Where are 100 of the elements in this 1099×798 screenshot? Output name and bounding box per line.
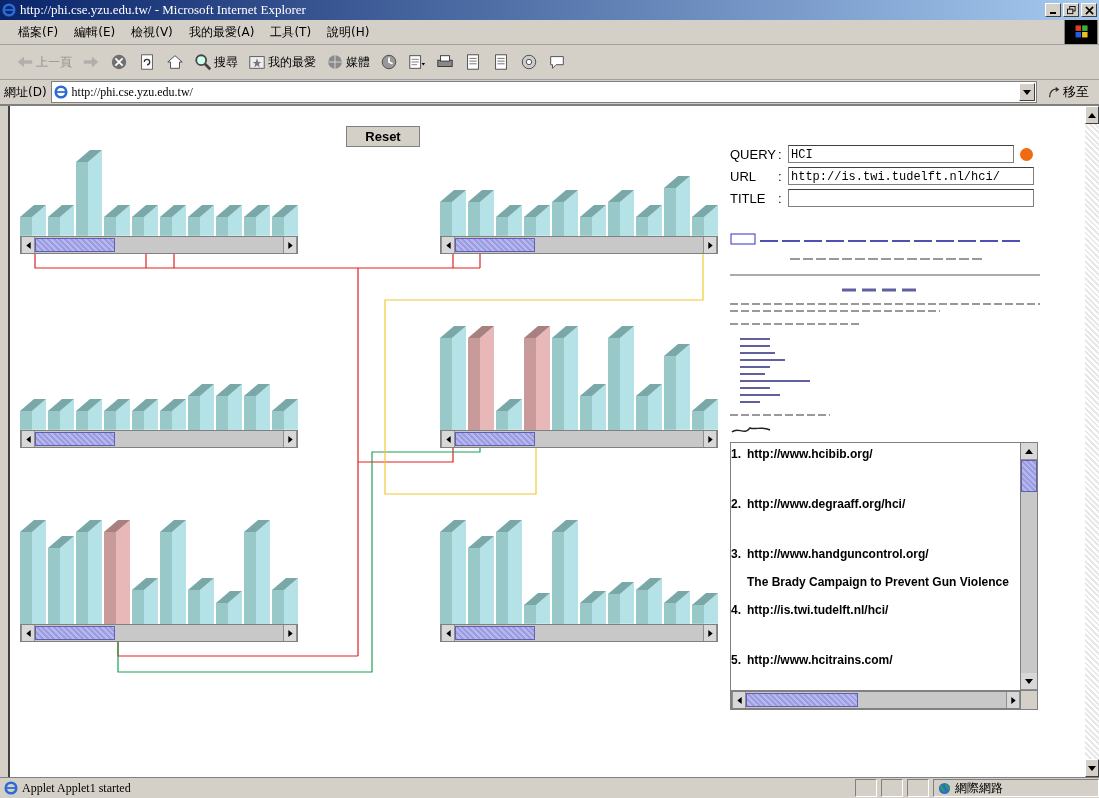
scroll-thumb[interactable]	[35, 238, 115, 252]
bar[interactable]	[132, 399, 158, 430]
bar[interactable]	[552, 189, 578, 236]
bar[interactable]	[664, 591, 690, 624]
bar[interactable]	[104, 519, 130, 624]
scrollbar[interactable]	[1020, 443, 1037, 690]
bar[interactable]	[104, 399, 130, 430]
bar[interactable]	[48, 536, 74, 624]
result-url[interactable]: http://www.handguncontrol.org/	[747, 547, 929, 561]
restore-button[interactable]	[1063, 3, 1079, 17]
bar[interactable]	[496, 399, 522, 430]
result-url[interactable]: http://www.degraaff.org/hci/	[747, 497, 906, 511]
bar[interactable]	[188, 577, 214, 624]
result-url[interactable]: http://www.hcitrains.com/	[747, 653, 893, 667]
bar[interactable]	[132, 205, 158, 236]
bar[interactable]	[580, 205, 606, 236]
bar[interactable]	[468, 536, 494, 624]
result-url[interactable]: http://www.hcibib.org/	[747, 447, 873, 461]
input-field[interactable]	[788, 189, 1034, 207]
bar[interactable]	[48, 205, 74, 236]
bar[interactable]	[468, 189, 494, 236]
bar[interactable]	[524, 325, 550, 430]
scroll-thumb[interactable]	[455, 432, 535, 446]
menu-item[interactable]: 工具(T)	[262, 21, 320, 43]
scroll-thumb[interactable]	[35, 626, 115, 640]
bar[interactable]	[188, 383, 214, 430]
input-field[interactable]: http://is.twi.tudelft.nl/hci/	[788, 167, 1034, 185]
bar[interactable]	[216, 205, 242, 236]
scroll-left-button[interactable]	[21, 625, 35, 641]
bar[interactable]	[48, 399, 74, 430]
scroll-up-button[interactable]	[1021, 443, 1037, 460]
scroll-down-button[interactable]	[1021, 673, 1037, 690]
bar[interactable]	[524, 205, 550, 236]
scrollbar[interactable]	[440, 624, 718, 642]
bar[interactable]	[468, 325, 494, 430]
menu-item[interactable]: 說明(H)	[319, 21, 378, 43]
scroll-thumb[interactable]	[455, 626, 535, 640]
scroll-thumb[interactable]	[35, 432, 115, 446]
scroll-right-button[interactable]	[703, 625, 717, 641]
bar[interactable]	[244, 205, 270, 236]
toolbar-button[interactable]: 媒體	[322, 51, 374, 73]
bar[interactable]	[76, 399, 102, 430]
input-field[interactable]: HCI	[788, 145, 1014, 163]
scroll-left-button[interactable]	[21, 237, 35, 253]
bar[interactable]	[132, 577, 158, 624]
bar[interactable]	[496, 519, 522, 624]
bar[interactable]	[76, 519, 102, 624]
scroll-left-button[interactable]	[732, 692, 746, 708]
menu-item[interactable]: 編輯(E)	[66, 21, 124, 43]
bar[interactable]	[244, 519, 270, 624]
bar[interactable]	[636, 383, 662, 430]
bar[interactable]	[608, 325, 634, 430]
bar[interactable]	[608, 582, 634, 624]
bar[interactable]	[552, 325, 578, 430]
go-button[interactable]: 移至	[1041, 83, 1095, 101]
scroll-right-button[interactable]	[703, 431, 717, 447]
bar[interactable]	[636, 577, 662, 624]
scroll-left-button[interactable]	[441, 625, 455, 641]
bar[interactable]	[244, 383, 270, 430]
bar[interactable]	[664, 344, 690, 430]
bar[interactable]	[76, 150, 102, 236]
bar[interactable]	[580, 383, 606, 430]
reset-button[interactable]: Reset	[346, 126, 420, 147]
scrollbar[interactable]	[731, 691, 1022, 709]
bar[interactable]	[160, 399, 186, 430]
scroll-left-button[interactable]	[441, 237, 455, 253]
scrollbar[interactable]	[20, 430, 298, 448]
bar[interactable]	[216, 383, 242, 430]
scroll-thumb[interactable]	[746, 693, 858, 707]
scroll-right-button[interactable]	[283, 237, 297, 253]
result-url[interactable]: http://is.twi.tudelft.nl/hci/	[747, 603, 889, 617]
bar[interactable]	[496, 205, 522, 236]
scroll-thumb[interactable]	[1021, 460, 1037, 492]
bar[interactable]	[608, 189, 634, 236]
close-button[interactable]	[1081, 3, 1097, 17]
scrollbar[interactable]	[20, 624, 298, 642]
scrollbar[interactable]	[440, 430, 718, 448]
menu-item[interactable]: 我的最愛(A)	[180, 21, 263, 43]
toolbar-button[interactable]: 搜尋	[190, 51, 242, 73]
bar[interactable]	[188, 205, 214, 236]
bar[interactable]	[580, 591, 606, 624]
scroll-left-button[interactable]	[441, 431, 455, 447]
scrollbar[interactable]	[20, 236, 298, 254]
dropdown-button[interactable]	[1019, 83, 1035, 101]
bar[interactable]	[104, 205, 130, 236]
bar[interactable]	[216, 591, 242, 624]
address-field[interactable]: http://phi.cse.yzu.edu.tw/	[50, 81, 1037, 103]
scroll-right-button[interactable]	[283, 431, 297, 447]
scroll-right-button[interactable]	[703, 237, 717, 253]
scroll-thumb[interactable]	[455, 238, 535, 252]
bar[interactable]	[636, 205, 662, 236]
scroll-right-button[interactable]	[283, 625, 297, 641]
scroll-right-button[interactable]	[1006, 692, 1021, 708]
scroll-left-button[interactable]	[21, 431, 35, 447]
menu-item[interactable]: 檔案(F)	[10, 21, 67, 43]
scrollbar[interactable]	[440, 236, 718, 254]
menu-item[interactable]: 檢視(V)	[123, 21, 181, 43]
bar[interactable]	[552, 519, 578, 624]
minimize-button[interactable]	[1045, 3, 1061, 17]
bar[interactable]	[664, 175, 690, 236]
